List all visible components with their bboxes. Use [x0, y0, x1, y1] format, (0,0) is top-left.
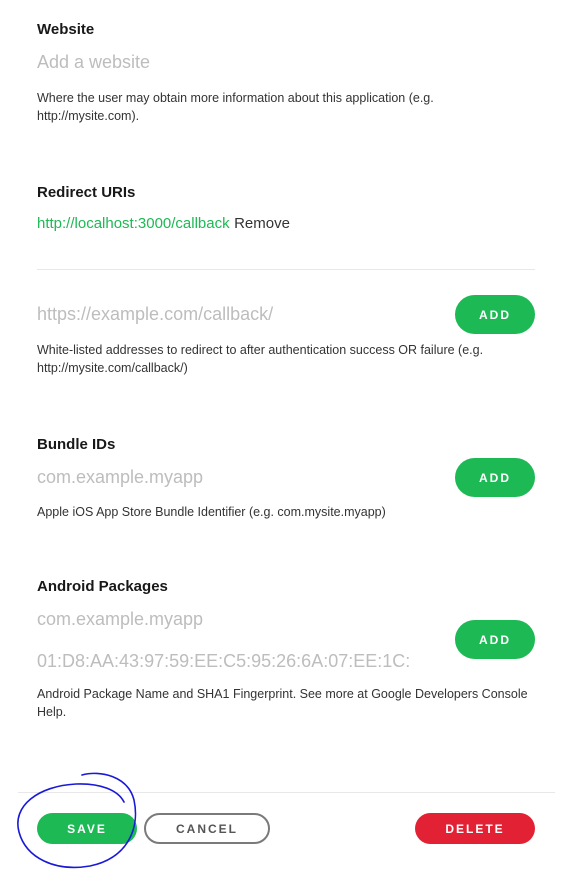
redirect-uri-item: http://localhost:3000/callback Remove [37, 215, 290, 233]
delete-button[interactable]: DELETE [415, 813, 535, 844]
website-label: Website [37, 21, 95, 38]
add-android-package-button[interactable]: ADD [455, 620, 535, 659]
android-package-input[interactable] [37, 607, 437, 631]
redirect-uris-divider [37, 269, 535, 270]
add-bundle-id-button[interactable]: ADD [455, 458, 535, 497]
add-redirect-uri-button[interactable]: ADD [455, 295, 535, 334]
android-packages-label: Android Packages [37, 578, 168, 595]
bundle-ids-label: Bundle IDs [37, 436, 116, 453]
website-help-text: Where the user may obtain more informati… [37, 91, 434, 123]
footer-divider [18, 792, 555, 793]
save-button[interactable]: SAVE [37, 813, 137, 844]
redirect-uri-input[interactable] [37, 302, 437, 326]
cancel-button[interactable]: CANCEL [144, 813, 270, 844]
remove-redirect-uri-button[interactable]: Remove [234, 215, 290, 232]
redirect-uris-label: Redirect URIs [37, 184, 136, 201]
redirect-uris-help-text: White-listed addresses to redirect to af… [37, 343, 484, 375]
bundle-id-input[interactable] [37, 465, 437, 489]
bundle-ids-help-text: Apple iOS App Store Bundle Identifier (e… [37, 505, 386, 519]
android-fingerprint-input[interactable] [37, 649, 447, 673]
website-input[interactable] [37, 50, 517, 74]
edit-settings-form: Website Where the user may obtain more i… [0, 0, 563, 885]
android-packages-help-text: Android Package Name and SHA1 Fingerprin… [37, 687, 528, 719]
redirect-uri-link[interactable]: http://localhost:3000/callback [37, 215, 230, 232]
